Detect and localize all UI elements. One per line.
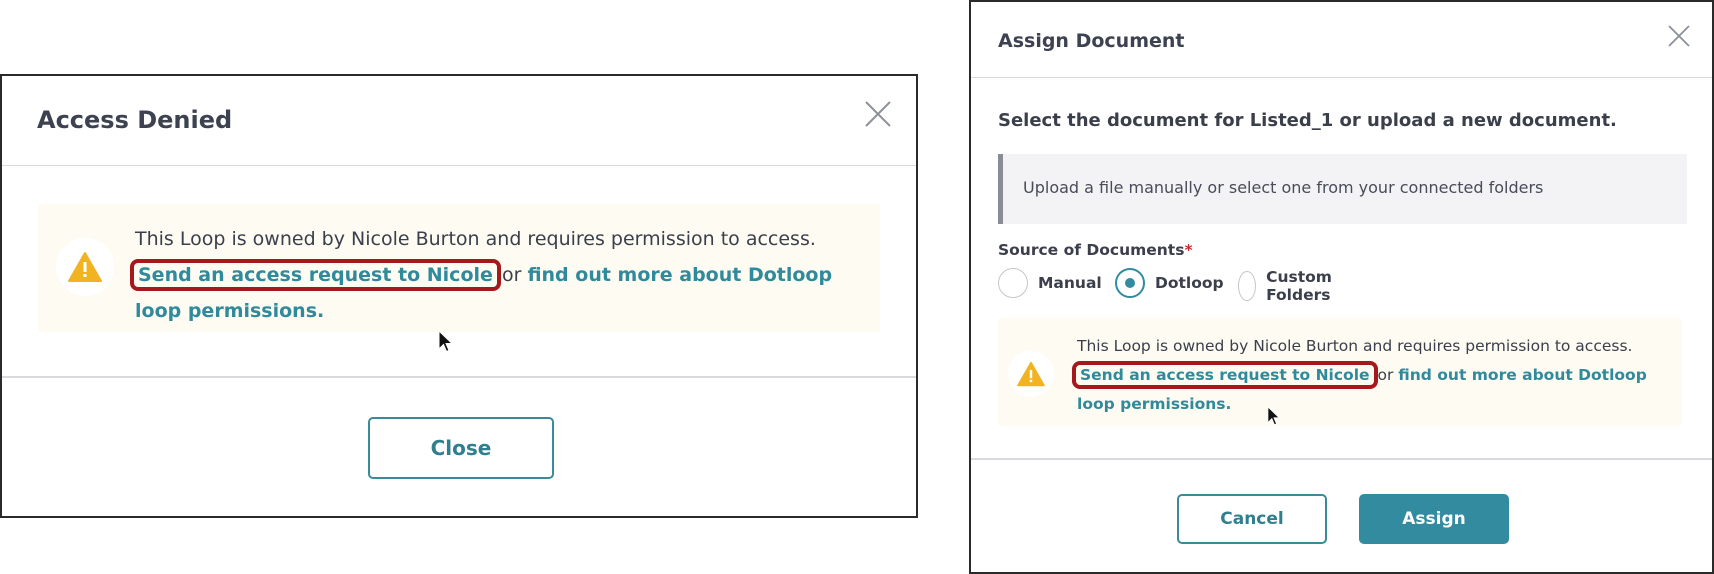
alert-message: This Loop is owned by Nicole Burton and … — [130, 221, 865, 329]
radio-label: Manual — [1038, 274, 1102, 292]
permission-alert: This Loop is owned by Nicole Burton and … — [998, 318, 1682, 426]
mouse-cursor-icon — [438, 330, 454, 353]
alert-connector: or — [501, 264, 522, 286]
close-button[interactable]: Close — [368, 417, 554, 479]
footer-divider — [2, 376, 916, 378]
cancel-button[interactable]: Cancel — [1177, 494, 1327, 544]
alert-text: This Loop is owned by Nicole Burton and … — [1077, 337, 1633, 355]
required-asterisk: * — [1184, 241, 1193, 259]
close-icon[interactable] — [865, 101, 891, 127]
dialog-header: Assign Document — [971, 2, 1712, 78]
dialog-title: Assign Document — [998, 30, 1185, 52]
assign-button[interactable]: Assign — [1359, 494, 1509, 544]
warning-icon-badge — [1008, 351, 1054, 397]
warning-icon — [68, 252, 102, 282]
source-label: Source of Documents* — [998, 241, 1193, 259]
info-banner: Upload a file manually or select one fro… — [998, 154, 1687, 224]
mouse-cursor-icon — [1267, 406, 1281, 426]
radio-custom-folders[interactable]: Custom Folders — [1238, 268, 1344, 304]
assign-document-dialog: Assign Document Select the document for … — [969, 0, 1714, 574]
radio-label: Custom Folders — [1266, 268, 1332, 304]
dialog-header: Access Denied — [2, 76, 916, 166]
document-prompt: Select the document for Listed_1 or uplo… — [998, 110, 1617, 131]
access-request-link[interactable]: Send an access request to Nicole — [130, 259, 501, 291]
radio-button[interactable] — [998, 268, 1028, 298]
alert-connector: or — [1377, 366, 1394, 384]
radio-manual[interactable]: Manual — [998, 268, 1102, 298]
warning-icon-badge — [56, 238, 114, 296]
dialog-title: Access Denied — [37, 106, 233, 134]
access-denied-dialog: Access Denied This Loop is owned by Nico… — [0, 74, 918, 518]
radio-label: Dotloop — [1155, 274, 1224, 292]
radio-button[interactable] — [1238, 271, 1257, 301]
radio-dotloop[interactable]: Dotloop — [1115, 268, 1224, 298]
radio-button-selected[interactable] — [1115, 268, 1145, 298]
close-icon[interactable] — [1668, 25, 1690, 47]
access-request-link[interactable]: Send an access request to Nicole — [1072, 361, 1378, 389]
footer-divider — [971, 458, 1712, 460]
info-text: Upload a file manually or select one fro… — [1023, 178, 1544, 197]
alert-message: This Loop is owned by Nicole Burton and … — [1072, 332, 1677, 419]
alert-text: This Loop is owned by Nicole Burton and … — [135, 228, 816, 250]
warning-icon — [1017, 361, 1045, 387]
permission-alert: This Loop is owned by Nicole Burton and … — [38, 204, 880, 332]
